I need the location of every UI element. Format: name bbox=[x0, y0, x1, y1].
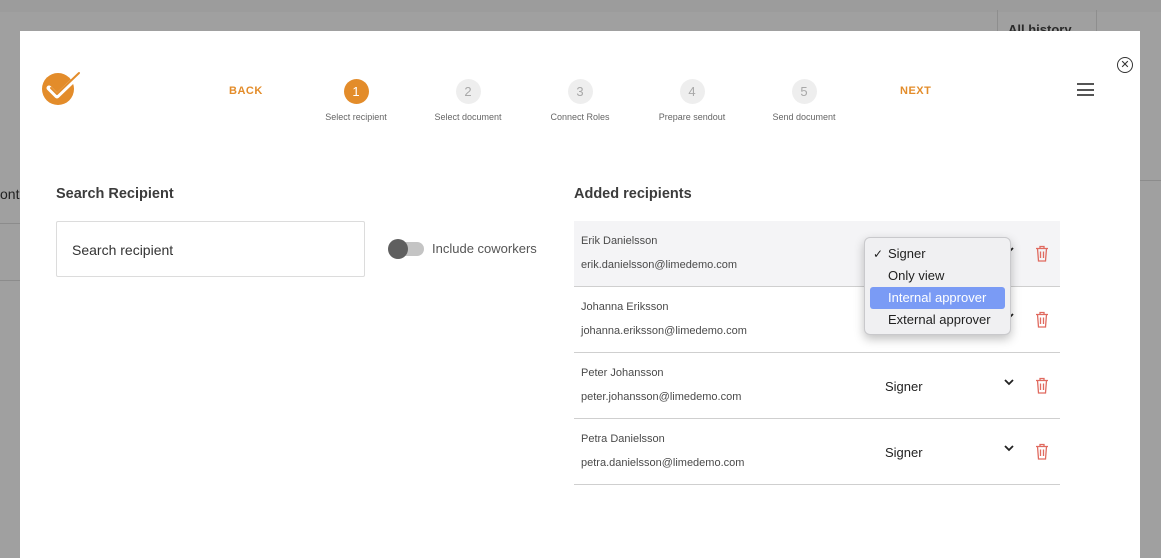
include-coworkers-label: Include coworkers bbox=[432, 241, 537, 256]
recipient-name: Petra Danielsson bbox=[581, 433, 665, 445]
step-label: Prepare sendout bbox=[658, 112, 726, 122]
role-option-internal-approver[interactable]: Internal approver bbox=[870, 287, 1005, 309]
chevron-down-icon[interactable] bbox=[1002, 375, 1016, 389]
trash-icon[interactable] bbox=[1035, 245, 1049, 262]
background-divider bbox=[0, 223, 20, 224]
background-partial-text: ont bbox=[0, 186, 20, 202]
role-option-only-view[interactable]: Only view bbox=[870, 265, 1005, 287]
role-select[interactable]: Signer bbox=[885, 445, 923, 460]
background-divider bbox=[1140, 180, 1161, 181]
role-dropdown-menu: ✓ Signer Only view Internal approver Ext… bbox=[864, 237, 1011, 335]
recipient-name: Erik Danielsson bbox=[581, 235, 658, 247]
next-button[interactable]: NEXT bbox=[900, 85, 931, 97]
step-label: Connect Roles bbox=[550, 112, 610, 122]
recipient-name: Johanna Eriksson bbox=[581, 301, 669, 313]
background-divider bbox=[0, 280, 20, 281]
option-label: Signer bbox=[888, 246, 926, 261]
recipient-row: Peter Johansson peter.johansson@limedemo… bbox=[574, 353, 1060, 419]
trash-icon[interactable] bbox=[1035, 377, 1049, 394]
step-send-document[interactable]: 5 Send document bbox=[744, 79, 864, 122]
step-number: 2 bbox=[455, 79, 481, 104]
background-history-tab: All history bbox=[997, 10, 1097, 32]
option-label: Internal approver bbox=[888, 290, 987, 305]
background-topbar bbox=[0, 0, 1161, 12]
step-label: Select document bbox=[434, 112, 502, 122]
back-button[interactable]: BACK bbox=[229, 85, 263, 97]
option-label: External approver bbox=[888, 312, 991, 327]
search-input[interactable]: Search recipient bbox=[56, 221, 365, 277]
recipient-name: Peter Johansson bbox=[581, 367, 664, 379]
toggle-thumb bbox=[388, 239, 408, 259]
role-option-external-approver[interactable]: External approver bbox=[870, 309, 1005, 331]
step-label: Send document bbox=[772, 112, 836, 122]
trash-icon[interactable] bbox=[1035, 311, 1049, 328]
include-coworkers-toggle[interactable] bbox=[388, 239, 424, 259]
close-icon[interactable]: ✕ bbox=[1117, 57, 1133, 73]
step-prepare-sendout[interactable]: 4 Prepare sendout bbox=[632, 79, 752, 122]
role-select[interactable]: Signer bbox=[885, 379, 923, 394]
hamburger-menu-icon[interactable] bbox=[1077, 83, 1094, 96]
step-connect-roles[interactable]: 3 Connect Roles bbox=[520, 79, 640, 122]
recipient-email: erik.danielsson@limedemo.com bbox=[581, 259, 738, 271]
step-number: 1 bbox=[343, 79, 369, 104]
recipient-row: Petra Danielsson petra.danielsson@limede… bbox=[574, 419, 1060, 485]
recipient-email: petra.danielsson@limedemo.com bbox=[581, 457, 745, 469]
step-label: Select recipient bbox=[325, 112, 387, 122]
step-select-recipient[interactable]: 1 Select recipient bbox=[296, 79, 416, 122]
chevron-down-icon[interactable] bbox=[1002, 441, 1016, 455]
recipient-email: johanna.eriksson@limedemo.com bbox=[581, 325, 747, 337]
step-number: 3 bbox=[567, 79, 593, 104]
search-recipient-title: Search Recipient bbox=[56, 186, 174, 202]
step-number: 4 bbox=[679, 79, 705, 104]
role-option-signer[interactable]: ✓ Signer bbox=[870, 243, 1005, 265]
app-logo bbox=[42, 70, 83, 105]
step-select-document[interactable]: 2 Select document bbox=[408, 79, 528, 122]
option-label: Only view bbox=[888, 268, 945, 283]
recipient-email: peter.johansson@limedemo.com bbox=[581, 391, 742, 403]
trash-icon[interactable] bbox=[1035, 443, 1049, 460]
added-recipients-title: Added recipients bbox=[574, 186, 692, 202]
step-number: 5 bbox=[791, 79, 817, 104]
selected-check-icon: ✓ bbox=[873, 247, 884, 261]
